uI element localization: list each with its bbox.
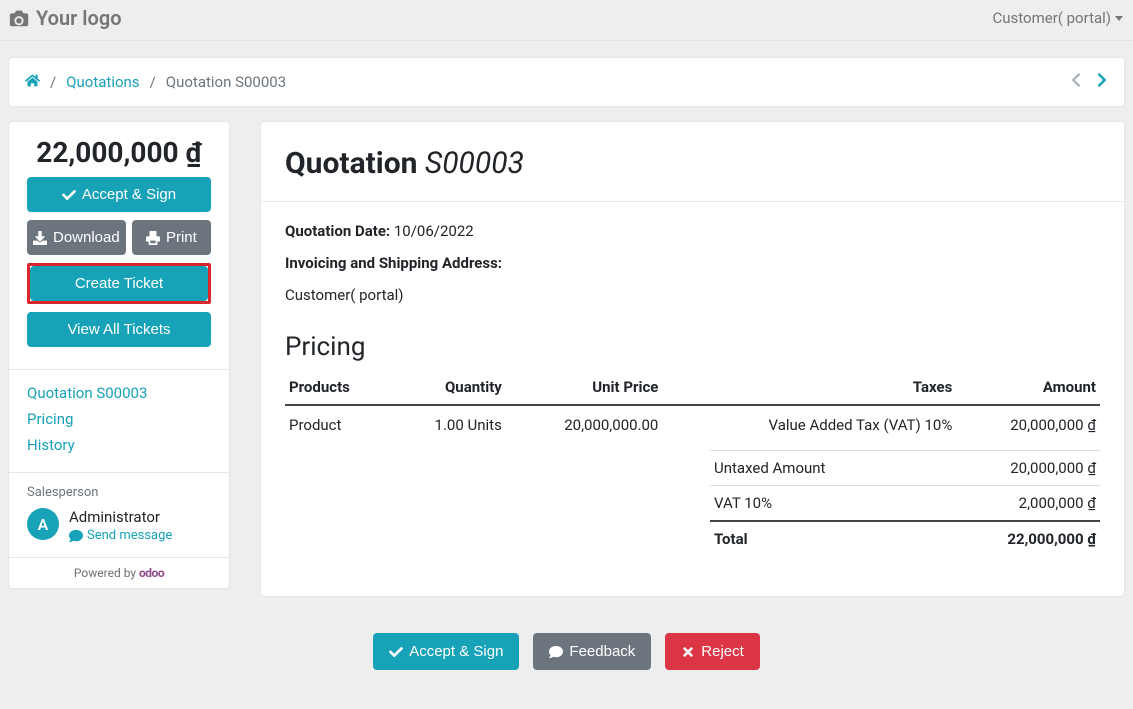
col-taxes: Taxes [662, 370, 956, 405]
untaxed-label: Untaxed Amount [714, 459, 825, 477]
quotation-date-row: Quotation Date: 10/06/2022 [285, 222, 1100, 240]
powered-by-prefix: Powered by [74, 566, 139, 580]
title-prefix: Quotation [285, 146, 425, 181]
table-header-row: Products Quantity Unit Price Taxes Amoun… [285, 370, 1100, 405]
cell-unit-price: 20,000,000.00 [506, 405, 663, 444]
breadcrumb-home[interactable] [25, 73, 40, 92]
address-value: Customer( portal) [285, 286, 404, 304]
cell-product: Product [285, 405, 390, 444]
chevron-down-icon [1115, 16, 1123, 21]
page-title: Quotation S00003 [285, 146, 1100, 181]
check-icon [62, 188, 76, 202]
odoo-brand: odoo [139, 566, 164, 580]
close-icon [681, 645, 695, 659]
main: Quotation S00003 Quotation Date: 10/06/2… [260, 121, 1125, 597]
untaxed-value: 20,000,000 ₫ [1010, 459, 1096, 477]
quotation-date-value: 10/06/2022 [394, 222, 474, 240]
footer-accept-sign-button[interactable]: Accept & Sign [373, 633, 519, 670]
comment-icon [549, 645, 563, 659]
pricing-title: Pricing [285, 332, 1100, 362]
user-menu[interactable]: Customer( portal) [993, 9, 1124, 27]
cell-taxes: Value Added Tax (VAT) 10% [662, 405, 956, 444]
sidebar-nav: Quotation S00003 Pricing History [9, 369, 229, 472]
address-value-row: Customer( portal) [285, 286, 1100, 304]
address-label-row: Invoicing and Shipping Address: [285, 254, 1100, 272]
download-label: Download [53, 229, 120, 246]
nav-quotation-link[interactable]: Quotation S00003 [27, 380, 211, 406]
home-icon [25, 73, 40, 88]
title-ref: S00003 [425, 146, 524, 181]
vat-value: 2,000,000 ₫ [1019, 494, 1096, 512]
breadcrumb-bar: / Quotations / Quotation S00003 [8, 57, 1125, 107]
avatar: A [27, 508, 59, 540]
sidebar-total: 22,000,000 ₫ [9, 122, 229, 177]
footer-feedback-button[interactable]: Feedback [533, 633, 651, 670]
create-ticket-highlight: Create Ticket [27, 263, 211, 304]
send-message-link[interactable]: Send message [69, 528, 172, 543]
cell-qty: 1.00 Units [390, 405, 505, 444]
prev-record[interactable] [1070, 72, 1082, 92]
create-ticket-label: Create Ticket [75, 275, 163, 292]
check-icon [389, 645, 403, 659]
sidebar: 22,000,000 ₫ Accept & Sign Download Prin… [8, 121, 230, 589]
breadcrumb: / Quotations / Quotation S00003 [25, 73, 286, 92]
total-label: Total [714, 530, 748, 548]
topbar: Your logo Customer( portal) [0, 0, 1133, 41]
print-button[interactable]: Print [132, 220, 211, 255]
comment-icon [69, 529, 83, 543]
next-record[interactable] [1096, 72, 1108, 92]
cell-amount: 20,000,000 ₫ [956, 405, 1100, 444]
accept-sign-label: Accept & Sign [82, 186, 176, 203]
brand-text: Your logo [36, 6, 122, 30]
print-label: Print [166, 229, 197, 246]
record-nav [1070, 72, 1108, 92]
view-tickets-button[interactable]: View All Tickets [27, 312, 211, 347]
total-value: 22,000,000 ₫ [1007, 530, 1096, 548]
vat-row: VAT 10% 2,000,000 ₫ [710, 485, 1100, 520]
salesperson-block: Salesperson A Administrator Send message [9, 472, 229, 557]
print-icon [146, 231, 160, 245]
footer-actions: Accept & Sign Feedback Reject [8, 597, 1125, 670]
address-label: Invoicing and Shipping Address: [285, 254, 502, 272]
col-products: Products [285, 370, 390, 405]
pricing-table: Products Quantity Unit Price Taxes Amoun… [285, 370, 1100, 444]
table-row: Product 1.00 Units 20,000,000.00 Value A… [285, 405, 1100, 444]
view-tickets-label: View All Tickets [67, 321, 170, 338]
footer-accept-label: Accept & Sign [409, 643, 503, 660]
footer-feedback-label: Feedback [569, 643, 635, 660]
footer-reject-button[interactable]: Reject [665, 633, 760, 670]
user-name: Customer( portal) [993, 9, 1112, 27]
total-row: Total 22,000,000 ₫ [710, 520, 1100, 556]
download-icon [33, 231, 47, 245]
footer-reject-label: Reject [701, 643, 744, 660]
salesperson-name: Administrator [69, 508, 172, 526]
breadcrumb-quotations[interactable]: Quotations [66, 73, 139, 91]
brand: Your logo [8, 6, 122, 30]
accept-sign-button[interactable]: Accept & Sign [27, 177, 211, 212]
nav-pricing-link[interactable]: Pricing [27, 406, 211, 432]
col-amount: Amount [956, 370, 1100, 405]
create-ticket-button[interactable]: Create Ticket [30, 266, 208, 301]
col-unit-price: Unit Price [506, 370, 663, 405]
salesperson-heading: Salesperson [27, 485, 211, 500]
totals: Untaxed Amount 20,000,000 ₫ VAT 10% 2,00… [285, 450, 1100, 556]
breadcrumb-current: Quotation S00003 [166, 73, 286, 91]
nav-history-link[interactable]: History [27, 432, 211, 458]
vat-label: VAT 10% [714, 494, 772, 512]
untaxed-row: Untaxed Amount 20,000,000 ₫ [710, 450, 1100, 485]
breadcrumb-sep: / [50, 73, 56, 91]
col-quantity: Quantity [390, 370, 505, 405]
download-button[interactable]: Download [27, 220, 126, 255]
send-message-label: Send message [87, 528, 172, 543]
camera-icon [8, 7, 30, 29]
powered-by: Powered by odoo [9, 557, 229, 588]
quotation-date-label: Quotation Date: [285, 222, 390, 240]
main-header: Quotation S00003 [261, 122, 1124, 202]
breadcrumb-sep: / [150, 73, 156, 91]
